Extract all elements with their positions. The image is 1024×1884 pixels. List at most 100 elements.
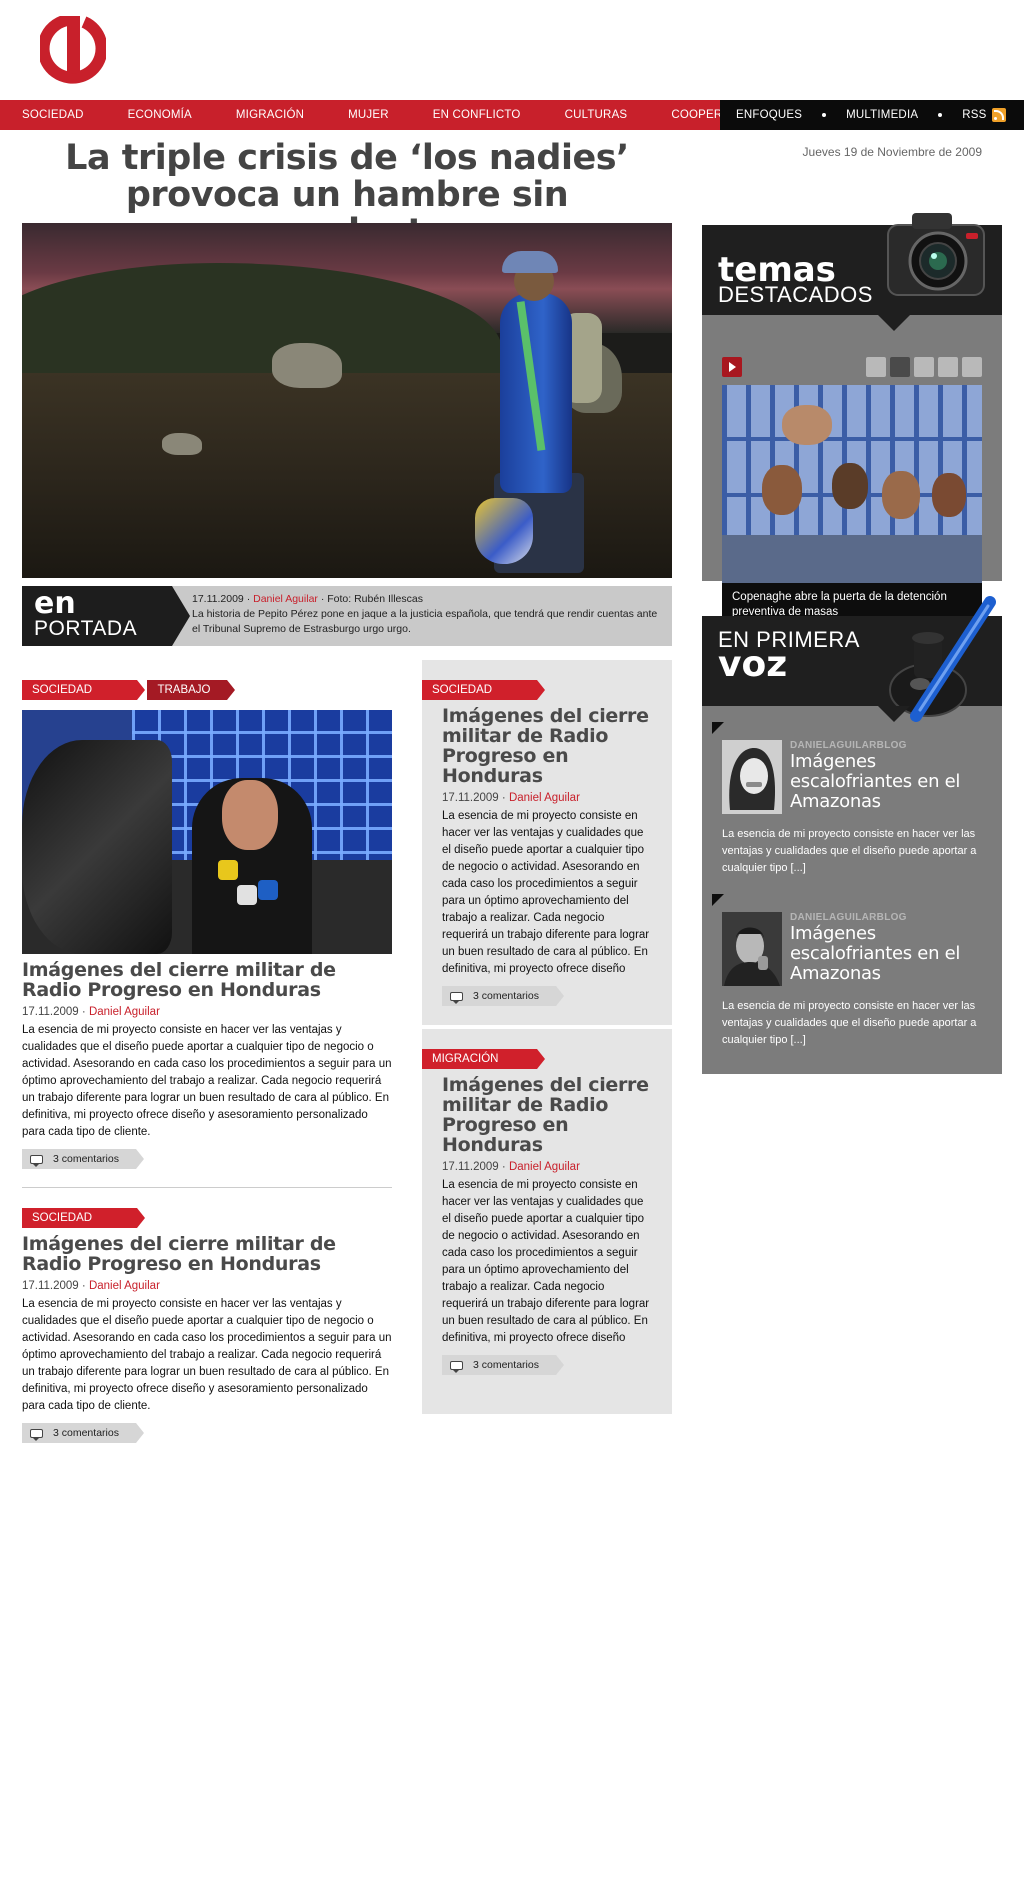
article-card: MIGRACIÓN Imágenes del cierre militar de… xyxy=(422,1029,672,1414)
comments-label: 3 comentarios xyxy=(53,1427,119,1439)
nav-item-enfoques[interactable]: ENFOQUES xyxy=(736,109,802,121)
article-excerpt: La esencia de mi proyecto consiste en ha… xyxy=(22,1298,392,1412)
photo-microphone xyxy=(237,885,257,905)
comments-link[interactable]: 3 comentarios xyxy=(22,1423,144,1443)
voz-title[interactable]: Imágenes escalofriantes en el Amazonas xyxy=(790,752,990,812)
category-tag-migracion[interactable]: MIGRACIÓN xyxy=(422,1049,545,1069)
slider-image[interactable] xyxy=(722,385,982,585)
nav-item-rss-label: RSS xyxy=(962,109,987,121)
comments-label: 3 comentarios xyxy=(473,990,539,1002)
photo-microphone xyxy=(258,880,278,900)
portada-label: en PORTADA xyxy=(22,586,190,646)
article-title[interactable]: Imágenes del cierre militar de Radio Pro… xyxy=(442,706,652,786)
nav-separator xyxy=(822,113,827,117)
photo-face xyxy=(222,780,278,850)
comments-label: 3 comentarios xyxy=(53,1153,119,1165)
left-column: SOCIEDAD TRABAJO Imágenes del cierre mil… xyxy=(22,680,392,1443)
play-button[interactable] xyxy=(722,357,742,377)
article-author-link[interactable]: Daniel Aguilar xyxy=(509,1161,580,1173)
slider-dot[interactable] xyxy=(938,357,958,377)
slide-face xyxy=(882,471,920,519)
article-meta: 17.11.2009 · Daniel Aguilar xyxy=(22,1006,392,1018)
nav-item-rss[interactable]: RSS xyxy=(962,108,1007,122)
voz-avatar[interactable] xyxy=(722,740,782,814)
article-excerpt: La esencia de mi proyecto consiste en ha… xyxy=(442,1179,650,1344)
article-date: 17.11.2009 · xyxy=(442,792,506,804)
category-tag-sociedad[interactable]: SOCIEDAD xyxy=(22,680,145,700)
nav-item-migracion[interactable]: MIGRACIÓN xyxy=(234,109,306,121)
article-title[interactable]: Imágenes del cierre militar de Radio Pro… xyxy=(22,960,392,1000)
site-logo[interactable] xyxy=(40,16,106,92)
article-title[interactable]: Imágenes del cierre militar de Radio Pro… xyxy=(22,1234,392,1274)
slider-dot[interactable] xyxy=(866,357,886,377)
slide-face xyxy=(782,405,832,445)
nav-item-mujer[interactable]: MUJER xyxy=(346,109,391,121)
comments-link[interactable]: 3 comentarios xyxy=(442,1355,564,1375)
hero-image[interactable] xyxy=(22,223,672,578)
hero-rock xyxy=(162,433,202,455)
category-tag-sociedad[interactable]: SOCIEDAD xyxy=(22,1208,145,1228)
temas-title-big: temas xyxy=(718,250,836,290)
article-divider xyxy=(22,1187,392,1188)
article-card: SOCIEDAD Imágenes del cierre militar de … xyxy=(22,1208,392,1443)
nav-secondary: ENFOQUES MULTIMEDIA RSS xyxy=(720,100,1024,130)
category-tag-sociedad[interactable]: SOCIEDAD xyxy=(422,680,545,700)
article-title[interactable]: Imágenes del cierre militar de Radio Pro… xyxy=(442,1075,652,1155)
middle-column: SOCIEDAD Imágenes del cierre militar de … xyxy=(422,660,672,1414)
temas-destacados-header: temas DESTACADOS xyxy=(702,213,1002,331)
en-primera-voz-header: EN PRIMERA voz xyxy=(702,596,1002,722)
article-body: Imágenes del cierre militar de Radio Pro… xyxy=(422,1075,672,1375)
slider-dot-active[interactable] xyxy=(890,357,910,377)
nav-sections: SOCIEDAD ECONOMÍA MIGRACIÓN MUJER EN CON… xyxy=(0,100,760,130)
article-author-link[interactable]: Daniel Aguilar xyxy=(509,792,580,804)
nav-item-multimedia[interactable]: MULTIMEDIA xyxy=(846,109,918,121)
nav-item-sociedad[interactable]: SOCIEDAD xyxy=(20,109,86,121)
comment-icon xyxy=(30,1428,43,1441)
slider-dot[interactable] xyxy=(962,357,982,377)
article-date: 17.11.2009 · xyxy=(22,1006,86,1018)
voz-flag-icon xyxy=(712,894,724,906)
slide-face xyxy=(762,465,802,515)
slider-dot[interactable] xyxy=(914,357,934,377)
slider-controls xyxy=(722,357,982,377)
nav-item-economia[interactable]: ECONOMÍA xyxy=(126,109,194,121)
article-excerpt: La esencia de mi proyecto consiste en ha… xyxy=(22,1024,392,1138)
camera-icon xyxy=(887,213,985,296)
current-date: Jueves 19 de Noviembre de 2009 xyxy=(802,145,982,159)
nav-item-culturas[interactable]: CULTURAS xyxy=(563,109,630,121)
article-author-link[interactable]: Daniel Aguilar xyxy=(89,1006,160,1018)
voz-blog-name[interactable]: DANIELAGUILARBLOG xyxy=(790,912,907,923)
article-meta: 17.11.2009 · Daniel Aguilar xyxy=(22,1280,392,1292)
nav-separator xyxy=(938,113,943,117)
hero-bag xyxy=(475,498,533,564)
article-photo[interactable] xyxy=(22,710,392,954)
hero-rock xyxy=(272,343,342,388)
voz-title-big: voz xyxy=(718,644,788,685)
category-tag-trabajo[interactable]: TRABAJO xyxy=(147,680,236,700)
voz-avatar-image xyxy=(722,912,782,986)
rss-icon xyxy=(992,108,1007,122)
en-primera-voz-box: EN PRIMERA voz DANIELAGUILARBLOG Imágene… xyxy=(702,596,1002,1074)
inkwell-pen-icon xyxy=(889,596,996,722)
article-date: 17.11.2009 · xyxy=(22,1280,86,1292)
photo-microphone xyxy=(218,860,238,880)
nav-item-en-conflicto[interactable]: EN CONFLICTO xyxy=(431,109,523,121)
voz-flag-icon xyxy=(712,722,724,734)
comment-icon xyxy=(450,991,463,1004)
portada-author-link[interactable]: Daniel Aguilar xyxy=(253,593,318,605)
comments-link[interactable]: 3 comentarios xyxy=(442,986,564,1006)
article-author-link[interactable]: Daniel Aguilar xyxy=(89,1280,160,1292)
article-date: 17.11.2009 · xyxy=(442,1161,506,1173)
voz-title[interactable]: Imágenes escalofriantes en el Amazonas xyxy=(790,924,990,984)
article-card: SOCIEDAD TRABAJO Imágenes del cierre mil… xyxy=(22,680,392,1169)
comments-label: 3 comentarios xyxy=(473,1359,539,1371)
voz-excerpt: La esencia de mi proyecto consiste en ha… xyxy=(722,1000,977,1046)
portada-label-portada: PORTADA xyxy=(34,617,138,640)
voz-blog-name[interactable]: DANIELAGUILARBLOG xyxy=(790,740,907,751)
comments-link[interactable]: 3 comentarios xyxy=(22,1149,144,1169)
voz-avatar[interactable] xyxy=(722,912,782,986)
article-card: SOCIEDAD Imágenes del cierre militar de … xyxy=(422,660,672,1025)
photo-camera xyxy=(22,740,172,954)
article-meta: 17.11.2009 · Daniel Aguilar xyxy=(442,792,652,804)
portada-text: La historia de Pepito Pérez pone en jaqu… xyxy=(192,608,658,635)
